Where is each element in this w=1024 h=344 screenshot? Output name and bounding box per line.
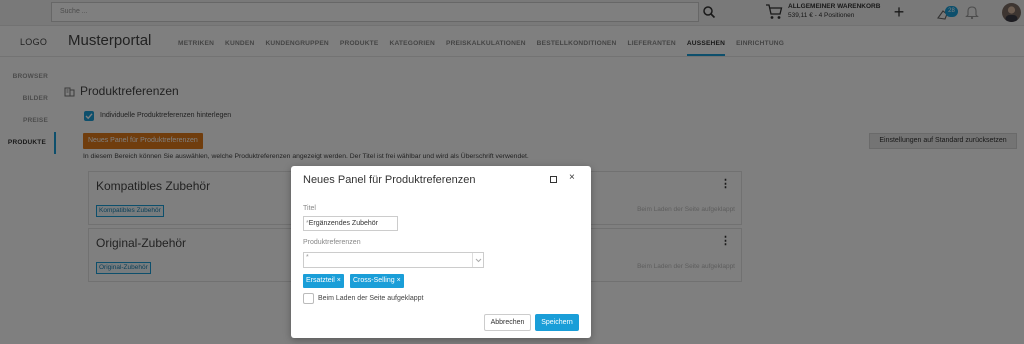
save-button[interactable]: Speichern [535, 314, 579, 331]
maximize-icon[interactable] [550, 176, 557, 183]
required-marker: * [306, 254, 309, 261]
cancel-button[interactable]: Abbrechen [484, 314, 531, 331]
expand-on-load-checkbox[interactable] [303, 293, 314, 304]
dropdown-arrow-icon[interactable] [472, 253, 483, 267]
close-icon[interactable]: × [569, 172, 575, 183]
selected-tag-cross-selling[interactable]: Cross-Selling × [350, 274, 404, 288]
title-field[interactable]: *Ergänzendes Zubehör [303, 216, 398, 231]
selected-tag-ersatzteil[interactable]: Ersatzteil × [303, 274, 344, 288]
title-field-value: Ergänzendes Zubehör [308, 220, 379, 227]
references-field-label: Produktreferenzen [303, 239, 361, 246]
expand-on-load-label: Beim Laden der Seite aufgeklappt [318, 295, 424, 302]
references-select[interactable]: * [303, 252, 484, 268]
title-field-label: Titel [303, 205, 316, 212]
dialog-title: Neues Panel für Produktreferenzen [303, 174, 476, 186]
